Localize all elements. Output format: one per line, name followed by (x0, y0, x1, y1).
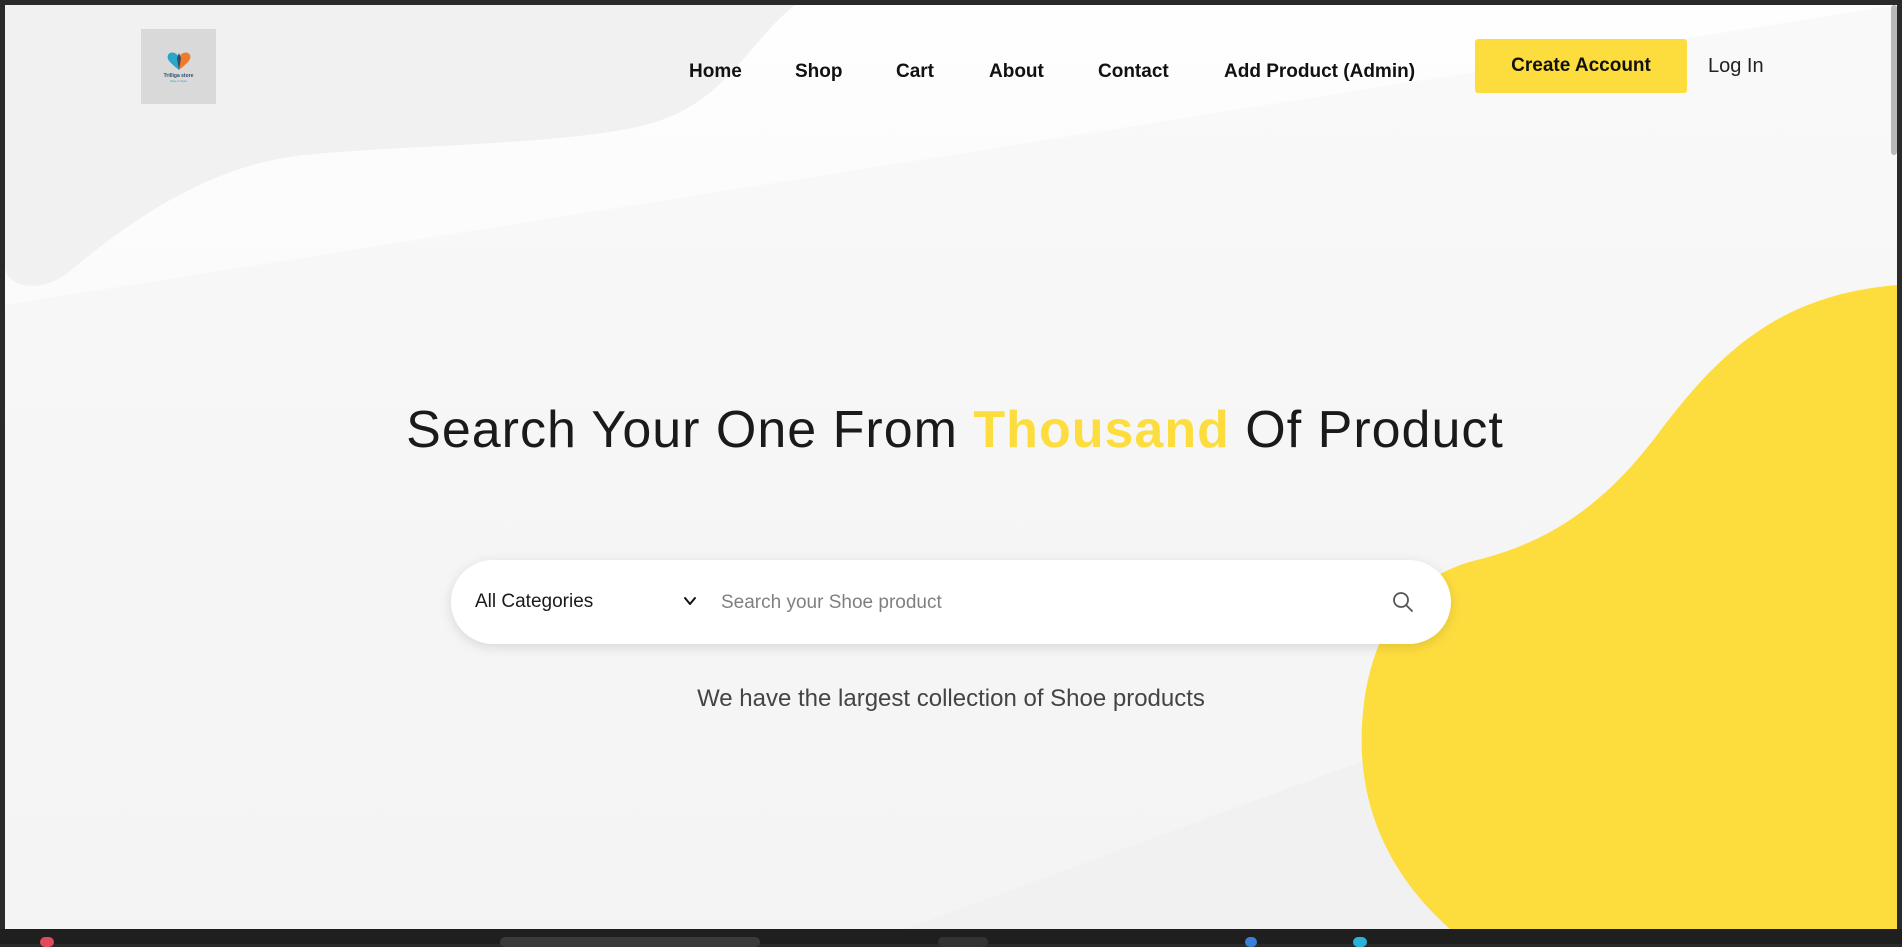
brand-logo[interactable]: Trilliga store Step in Style (141, 29, 216, 104)
taskbar-app-icon[interactable] (40, 937, 54, 947)
logo-tagline: Step in Style (170, 79, 187, 83)
search-icon[interactable] (1391, 590, 1415, 614)
nav-shop[interactable]: Shop (795, 45, 843, 99)
login-link[interactable]: Log In (1708, 39, 1764, 93)
nav-home[interactable]: Home (689, 45, 742, 99)
create-account-button[interactable]: Create Account (1475, 39, 1687, 93)
background-top-blob (5, 5, 795, 286)
taskbar-app-icon[interactable] (938, 937, 988, 947)
logo-mark-icon (167, 52, 190, 70)
page-scrollbar[interactable] (1891, 5, 1897, 155)
chevron-down-icon (684, 597, 696, 605)
nav-cart[interactable]: Cart (896, 45, 934, 99)
search-bar: All Categories (451, 560, 1451, 644)
nav-about[interactable]: About (989, 45, 1044, 99)
category-dropdown[interactable]: All Categories (475, 560, 705, 644)
hero-title-before: Search Your One From (406, 401, 974, 459)
category-selected-label: All Categories (475, 591, 594, 612)
taskbar-app-icon[interactable] (1245, 937, 1257, 947)
page: Trilliga store Step in Style Home Shop C… (5, 5, 1897, 929)
search-input[interactable] (719, 580, 1343, 626)
hero-title: Search Your One From Thousand Of Product (365, 398, 1545, 462)
nav-contact[interactable]: Contact (1098, 45, 1169, 99)
hero-title-after: Of Product (1229, 401, 1504, 459)
hero-title-accent: Thousand (973, 401, 1230, 459)
os-taskbar (0, 929, 1902, 947)
taskbar-app-icon[interactable] (1353, 937, 1367, 947)
hero-subtitle: We have the largest collection of Shoe p… (697, 685, 1205, 712)
taskbar-search-box[interactable] (500, 937, 760, 947)
nav-add-product[interactable]: Add Product (Admin) (1224, 45, 1415, 99)
